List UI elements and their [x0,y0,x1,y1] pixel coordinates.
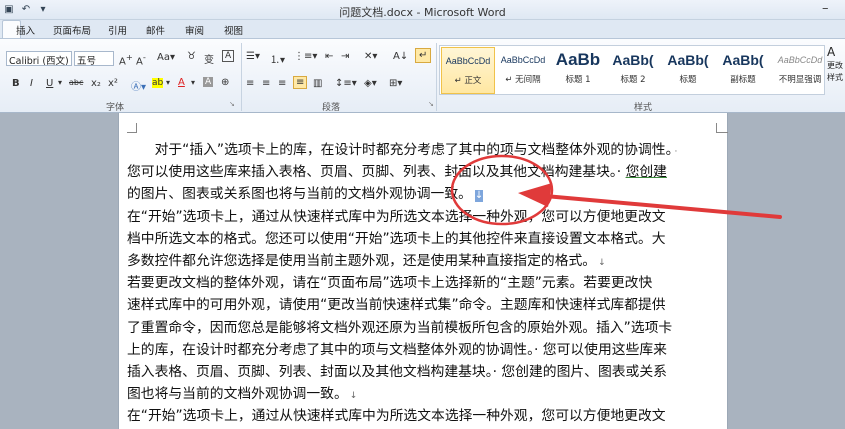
decrease-indent-icon[interactable]: ⇤ [325,51,333,62]
ribbon-tabs: 插入 页面布局 引用 邮件 审阅 视图 [0,20,845,40]
borders-icon[interactable]: ⊞▾ [389,78,402,89]
minimize-icon[interactable]: – [822,1,829,16]
style-heading-2[interactable]: AaBb( 标题 2 [606,47,660,94]
style-no-spacing[interactable]: AaBbCcDd ↵ 无间隔 [496,47,550,94]
styles-group-label: 样式 [634,103,653,113]
justify-icon[interactable]: ≡ [293,76,308,89]
tab-references[interactable]: 引用 [108,23,127,37]
doc-line: 在“开始”选项卡上，通过从快速样式库中为所选文本选择一种外观，您可以方便地更改文 [127,208,666,225]
enclose-char-icon[interactable]: ⊕ [221,77,229,88]
underline-icon[interactable]: U [46,78,53,89]
phonetic-guide-icon[interactable]: 变 [204,51,214,66]
font-group-label: 字体 [106,103,125,113]
font-color-dropdown-icon[interactable]: ▾ [191,78,195,87]
grow-font-icon[interactable]: A+ [119,52,133,67]
style-subtle-emphasis[interactable]: AaBbCcDd 不明显强调 [771,47,829,94]
superscript-icon[interactable]: x² [108,78,118,89]
style-heading-1[interactable]: AaBb 标题 1 [551,47,605,94]
doc-line: 插入表格、页眉、页脚、列表、封面以及其他文档构建基块。· 您创建的图片、图表或关… [127,363,667,380]
window-title: 问题文档.docx - Microsoft Word [339,6,506,19]
doc-line: 速样式库中的可用外观，请使用“更改当前快速样式集”命令。主题库和快速样式库都提供 [127,297,666,314]
show-formatting-marks-icon[interactable]: ↵ [415,48,432,63]
doc-line: 图也将与当前的文档外观协调一致。 ↓ [127,386,358,403]
align-center-icon[interactable]: ≡ [262,78,270,89]
font-size-combo[interactable]: 五号 [74,51,114,66]
clear-format-icon[interactable]: ♉ [187,51,196,62]
align-left-icon[interactable]: ≡ [246,78,254,89]
doc-line: 您可以使用这些库来插入表格、页眉、页脚、列表、封面以及其他文档构建基块。· 您创… [127,164,667,181]
font-color-icon[interactable]: A [178,77,185,88]
doc-line: 对于“插入”选项卡上的库，在设计时都充分考虑了其中的项与文档整体外观的协调性。 · [127,142,678,158]
highlight-dropdown-icon[interactable]: ▾ [166,78,170,87]
tab-page-layout[interactable]: 页面布局 [53,23,91,37]
shrink-font-icon[interactable]: A- [136,52,146,67]
style-normal[interactable]: AaBbCcDd ↵ 正文 [441,47,495,94]
ribbon: Calibri (西文) 五号 A+ A- Aa▾ ♉ 变 A B I U ▾ … [0,38,845,113]
change-styles-icon: A [827,45,836,59]
change-styles-label: 更改样式 [827,61,843,82]
underline-dropdown-icon[interactable]: ▾ [58,78,62,87]
shading-icon[interactable]: ◈▾ [364,78,377,89]
highlight-icon[interactable]: ab [152,78,164,88]
doc-line: 若要更改文档的整体外观，请在“页面布局”选项卡上选择新的“主题”元素。若要更改快 [127,275,653,292]
line-spacing-icon[interactable]: ↕≡▾ [335,78,357,89]
strikethrough-icon[interactable]: abc [69,78,83,87]
group-separator [241,43,242,111]
doc-line: 了重置命令，因而您总是能够将文档外观还原为当前模板所包含的原始外观。插入”选项卡 [127,319,673,336]
paragraph-dialog-launcher-icon[interactable]: ↘ [428,100,434,108]
italic-icon[interactable]: I [30,78,33,89]
doc-line: 多数控件都允许您选择是使用当前主题外观，还是使用某种直接指定的格式。 ↓ [127,252,606,269]
document-body[interactable]: 对于“插入”选项卡上的库，在设计时都充分考虑了其中的项与文档整体外观的协调性。 ·… [127,139,717,427]
doc-line: 在“开始”选项卡上，通过从快速样式库中为所选文本选择一种外观，您可以方便地更改文 [127,408,666,425]
margin-corner-mark [716,123,728,133]
multilevel-list-icon[interactable]: ⋮≡▾ [294,51,317,62]
tab-view[interactable]: 视图 [224,23,243,37]
selected-paragraph-mark[interactable]: ↓ [474,190,483,203]
grammar-underlined-text: 您创建 [625,164,667,181]
margin-corner-mark [127,123,137,133]
sort-icon[interactable]: A↓ [393,51,408,62]
title-bar: ▣ ↶ ▾ 问题文档.docx - Microsoft Word – [0,0,845,20]
style-subtitle[interactable]: AaBb( 副标题 [716,47,770,94]
distributed-icon[interactable]: ▥ [313,78,322,89]
align-right-icon[interactable]: ≡ [278,78,286,89]
doc-line: 的图片、图表或关系图也将与当前的文档外观协调一致。 ↓ [127,186,484,203]
style-title[interactable]: AaBb( 标题 [661,47,715,94]
change-case-icon[interactable]: Aa▾ [157,52,175,63]
numbering-icon[interactable]: ⒈▾ [270,51,285,66]
doc-line: 档中所选文本的格式。您还可以使用“开始”选项卡上的其他控件来直接设置文本格式。大 [127,230,666,247]
char-border-icon[interactable]: A [222,50,235,62]
styles-gallery: AaBbCcDd ↵ 正文 AaBbCcDd ↵ 无间隔 AaBb 标题 1 A… [439,45,825,95]
font-name-combo[interactable]: Calibri (西文) [6,51,72,66]
font-dialog-launcher-icon[interactable]: ↘ [229,100,235,108]
char-shading-icon[interactable]: A [203,77,214,87]
text-effects-icon[interactable]: Ⓐ▾ [131,78,146,93]
tab-review[interactable]: 审阅 [185,23,204,37]
subscript-icon[interactable]: x₂ [91,78,101,89]
paragraph-group-label: 段落 [322,103,341,113]
increase-indent-icon[interactable]: ⇥ [341,51,349,62]
tab-mailings[interactable]: 邮件 [146,23,165,37]
change-styles-button[interactable]: A 更改样式 [827,45,845,84]
tab-insert[interactable]: 插入 [16,23,35,37]
group-separator [436,43,437,111]
doc-line: 上的库，在设计时都充分考虑了其中的项与文档整体外观的协调性。· 您可以使用这些库… [127,341,667,358]
chinese-layout-icon[interactable]: ✕▾ [364,51,377,62]
bold-icon[interactable]: B [12,78,20,89]
bullets-icon[interactable]: ☰▾ [246,51,260,62]
